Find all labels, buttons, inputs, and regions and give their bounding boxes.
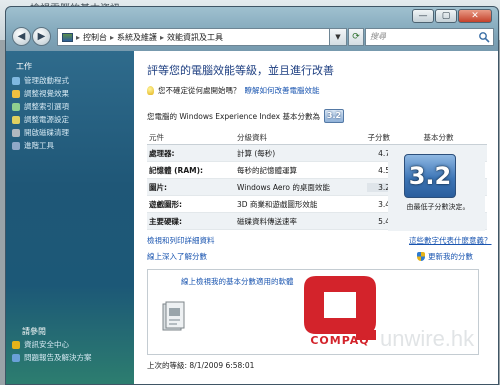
search-icon[interactable] [478, 31, 490, 43]
see-also-heading: 請參閱 [22, 327, 46, 336]
address-dropdown-button[interactable]: ▼ [329, 28, 347, 46]
tip-line: 您不確定從何處開始嗎？ 瞭解如何改善電腦效能 [147, 85, 320, 96]
table-header: 元件 分級資料 子分數 基本分數 [147, 131, 487, 145]
back-button[interactable]: ◀ [12, 27, 31, 46]
navigation-bar: ◀ ▶ ▸ 控制台 ▸ 系統及維護 ▸ 效能資訊及工具 ▼ ⟳ 搜尋 [12, 26, 494, 48]
sidebar-task-list: 管理啟動程式 調整視覺效果 調整索引選項 調整電源設定 開啟磁碟清理 進階工具 [6, 72, 134, 152]
screenshot-stage: 檢視電腦的基本資訊 — ▢ ✕ ◀ ▶ ▸ 控制台 ▸ 系統及維護 ▸ 效能資訊… [0, 0, 500, 385]
learn-more-online-link[interactable]: 線上深入了解分數 [147, 251, 207, 262]
watermark-text: unwire.hk [380, 326, 475, 351]
maximize-button[interactable]: ▢ [435, 9, 457, 23]
sidebar-item-label: 進階工具 [24, 141, 54, 150]
breadcrumb-separator: ▸ [76, 32, 81, 42]
component-name: 記憶體 (RAM): [149, 165, 204, 175]
sidebar-item-power-settings[interactable]: 調整電源設定 [12, 113, 134, 126]
compaq-logo-text: COMPAQ [310, 334, 370, 347]
sidebar-item-advanced-tools[interactable]: 進階工具 [12, 139, 134, 152]
column-header-subscore: 子分數 [367, 133, 391, 142]
base-score-mini-badge: 3.2 [324, 109, 344, 123]
sidebar-item-indexing-options[interactable]: 調整索引選項 [12, 100, 134, 113]
component-detail: Windows Aero 的桌面效能 [237, 182, 330, 192]
sidebar-item-label: 資訊安全中心 [24, 340, 69, 349]
forward-button[interactable]: ▶ [32, 27, 51, 46]
sidebar-item-visual-effects[interactable]: 調整視覺效果 [12, 87, 134, 100]
component-detail: 計算 (每秒) [237, 148, 276, 158]
sidebar-item-label: 問題報告及解決方案 [24, 353, 92, 362]
view-print-details-link[interactable]: 檢視和列印詳細資料 [147, 235, 215, 246]
sidebar-item-label: 調整索引選項 [24, 102, 69, 111]
tip-text: 您不確定從何處開始嗎？ [158, 86, 241, 95]
component-name: 主要硬碟: [149, 216, 182, 226]
update-score-link[interactable]: 更新我的分數 [417, 251, 473, 262]
sidebar-item-problem-reports[interactable]: 問題報告及解決方案 [12, 351, 92, 364]
breadcrumb-performance-tools[interactable]: 效能資訊及工具 [167, 32, 223, 43]
sidebar-item-startup-programs[interactable]: 管理啟動程式 [12, 74, 134, 87]
breadcrumb-separator: ▸ [110, 32, 115, 42]
component-subscore: 3.4 [378, 199, 390, 209]
column-header-rating: 分級資料 [237, 133, 267, 142]
breadcrumb-system-maintenance[interactable]: 系統及維護 [117, 32, 157, 43]
column-header-component: 元件 [149, 133, 164, 142]
sidebar-item-label: 管理啟動程式 [24, 76, 69, 85]
minimize-button[interactable]: — [412, 9, 434, 23]
base-score-badge: 3.2 [404, 154, 456, 198]
disk-cleanup-icon [12, 128, 20, 137]
control-panel-icon [62, 32, 73, 42]
component-detail: 每秒的記憶體運算 [237, 165, 297, 175]
security-center-icon [12, 340, 20, 349]
search-placeholder: 搜尋 [370, 32, 386, 41]
view-software-online-link[interactable]: 線上檢視我的基本分數適用的軟體 [181, 276, 294, 287]
address-bar[interactable]: ▸ 控制台 ▸ 系統及維護 ▸ 效能資訊及工具 [57, 28, 347, 46]
improve-performance-link[interactable]: 瞭解如何改善電腦效能 [245, 85, 320, 96]
sidebar-item-label: 調整電源設定 [24, 115, 69, 124]
page-title: 評等您的電腦效能等級，並且進行改善 [147, 64, 334, 77]
base-score-line: 您電腦的 Windows Experience Index 基本分數為 3.2 [147, 109, 344, 123]
last-rating-date: 上次的等級: 8/1/2009 6:58:01 [147, 361, 255, 370]
component-name: 圖片: [149, 182, 167, 192]
component-subscore: 3.2 [367, 182, 390, 192]
column-header-base-score: 基本分數 [423, 133, 454, 142]
component-detail: 3D 商業和遊戲圖形效能 [237, 199, 318, 209]
problem-reports-icon [12, 353, 20, 362]
breadcrumb-separator: ▸ [160, 32, 165, 42]
base-score-text: 您電腦的 Windows Experience Index 基本分數為 [147, 111, 320, 121]
breadcrumb-control-panel[interactable]: 控制台 [83, 32, 107, 43]
uac-shield-icon [417, 252, 425, 261]
component-subscore: 5.4 [378, 216, 390, 226]
component-subscore: 4.5 [378, 165, 390, 175]
component-subscore: 4.7 [378, 148, 390, 158]
lightbulb-icon [147, 86, 154, 95]
sidebar-item-disk-cleanup[interactable]: 開啟磁碟清理 [12, 126, 134, 139]
advanced-tools-icon [12, 141, 20, 150]
sidebar-item-label: 開啟磁碟清理 [24, 128, 69, 137]
base-score-note: 由最低子分數決定。 [406, 203, 470, 211]
startup-programs-icon [12, 76, 20, 85]
see-also-list: 資訊安全中心 問題報告及解決方案 [12, 338, 92, 364]
update-score-label: 更新我的分數 [428, 252, 473, 261]
power-settings-icon [12, 115, 20, 124]
refresh-button[interactable]: ⟳ [348, 28, 364, 46]
indexing-options-icon [12, 102, 20, 111]
sidebar-item-security-center[interactable]: 資訊安全中心 [12, 338, 92, 351]
component-name: 處理器: [149, 148, 175, 158]
base-score-panel: 3.2 由最低子分數決定。 [388, 145, 485, 231]
software-box-icon [162, 301, 185, 331]
window-controls: — ▢ ✕ [412, 9, 492, 23]
component-detail: 磁碟資料傳送速率 [237, 216, 297, 226]
sidebar-item-label: 調整視覺效果 [24, 89, 69, 98]
visual-effects-icon [12, 89, 20, 98]
component-name: 遊戲圖形: [149, 199, 182, 209]
what-numbers-mean-link[interactable]: 這些數字代表什麼意義？ [409, 235, 492, 246]
sidebar-heading: 工作 [16, 62, 32, 71]
search-input[interactable]: 搜尋 [365, 28, 494, 46]
close-button[interactable]: ✕ [458, 9, 492, 23]
task-sidebar: 工作 管理啟動程式 調整視覺效果 調整索引選項 調整電源設定 開啟磁碟清理 進階… [6, 51, 134, 384]
